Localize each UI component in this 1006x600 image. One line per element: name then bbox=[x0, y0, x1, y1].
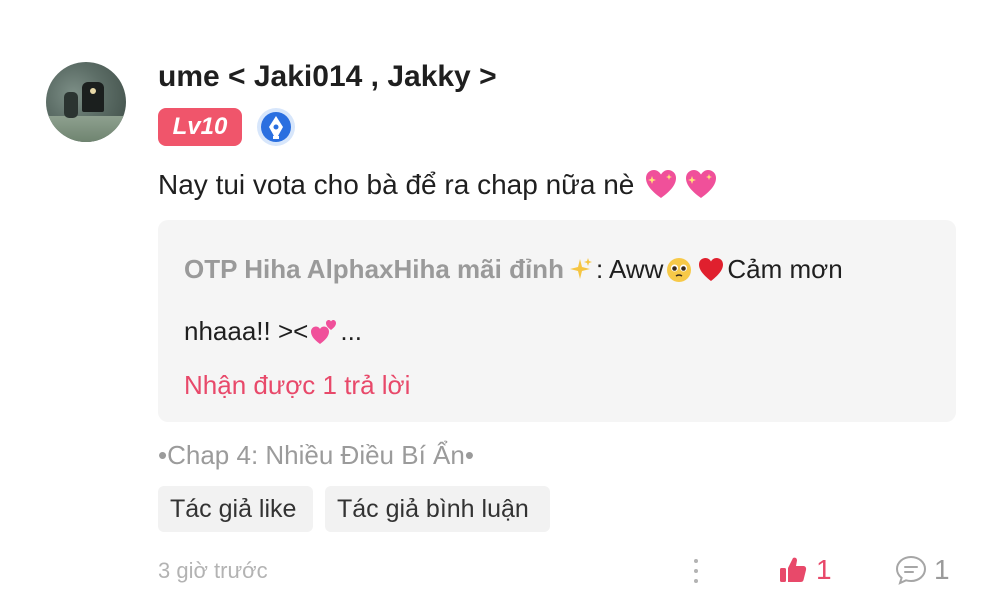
red-heart-icon bbox=[699, 257, 724, 281]
comment-body: Nay tui vota cho bà để ra chap nữa nè bbox=[158, 169, 635, 200]
like-button[interactable]: 1 bbox=[778, 552, 832, 588]
comment-text: Nay tui vota cho bà để ra chap nữa nè bbox=[158, 168, 718, 202]
reply-text: : Aww bbox=[595, 254, 664, 284]
reply-preview[interactable]: OTP Hiha AlphaxHiha mãi đỉnh : Aww Cảm m… bbox=[158, 220, 956, 422]
thumbs-up-icon bbox=[780, 557, 807, 582]
like-count: 1 bbox=[816, 554, 832, 585]
reply-line: nhaaa!! >< ... bbox=[184, 316, 362, 347]
level-badge: Lv10 bbox=[158, 108, 242, 146]
reply-text-thanks: Cảm mơn bbox=[727, 254, 843, 284]
reply-line: OTP Hiha AlphaxHiha mãi đỉnh : Aww Cảm m… bbox=[184, 254, 843, 285]
sparkles-icon bbox=[569, 257, 592, 279]
vertical-dots-icon[interactable] bbox=[688, 556, 704, 586]
tag-author-like: Tác giả like bbox=[158, 486, 313, 532]
reply-count-link[interactable]: Nhận được 1 trả lời bbox=[184, 370, 410, 401]
reply-text-continued: nhaaa!! >< bbox=[184, 316, 309, 346]
username[interactable]: ume < Jaki014 , Jakky > bbox=[158, 60, 497, 94]
sparkling-heart-icon bbox=[646, 170, 677, 198]
pen-nib-badge-icon bbox=[257, 108, 295, 146]
ellipsis: ... bbox=[340, 316, 363, 346]
sparkling-heart-icon bbox=[686, 170, 717, 198]
pleading-face-icon bbox=[667, 257, 692, 282]
chapter-label[interactable]: •Chap 4: Nhiều Điều Bí Ẩn• bbox=[158, 440, 474, 471]
tag-author-comment: Tác giả bình luận bbox=[325, 486, 550, 532]
two-hearts-icon bbox=[311, 319, 337, 344]
avatar[interactable] bbox=[46, 62, 126, 142]
timestamp: 3 giờ trước bbox=[158, 558, 268, 583]
reply-author[interactable]: OTP Hiha AlphaxHiha mãi đỉnh bbox=[184, 254, 564, 285]
comment-bubble-icon bbox=[895, 555, 927, 585]
reply-button[interactable]: 1 bbox=[894, 552, 950, 588]
reply-count: 1 bbox=[934, 554, 950, 585]
